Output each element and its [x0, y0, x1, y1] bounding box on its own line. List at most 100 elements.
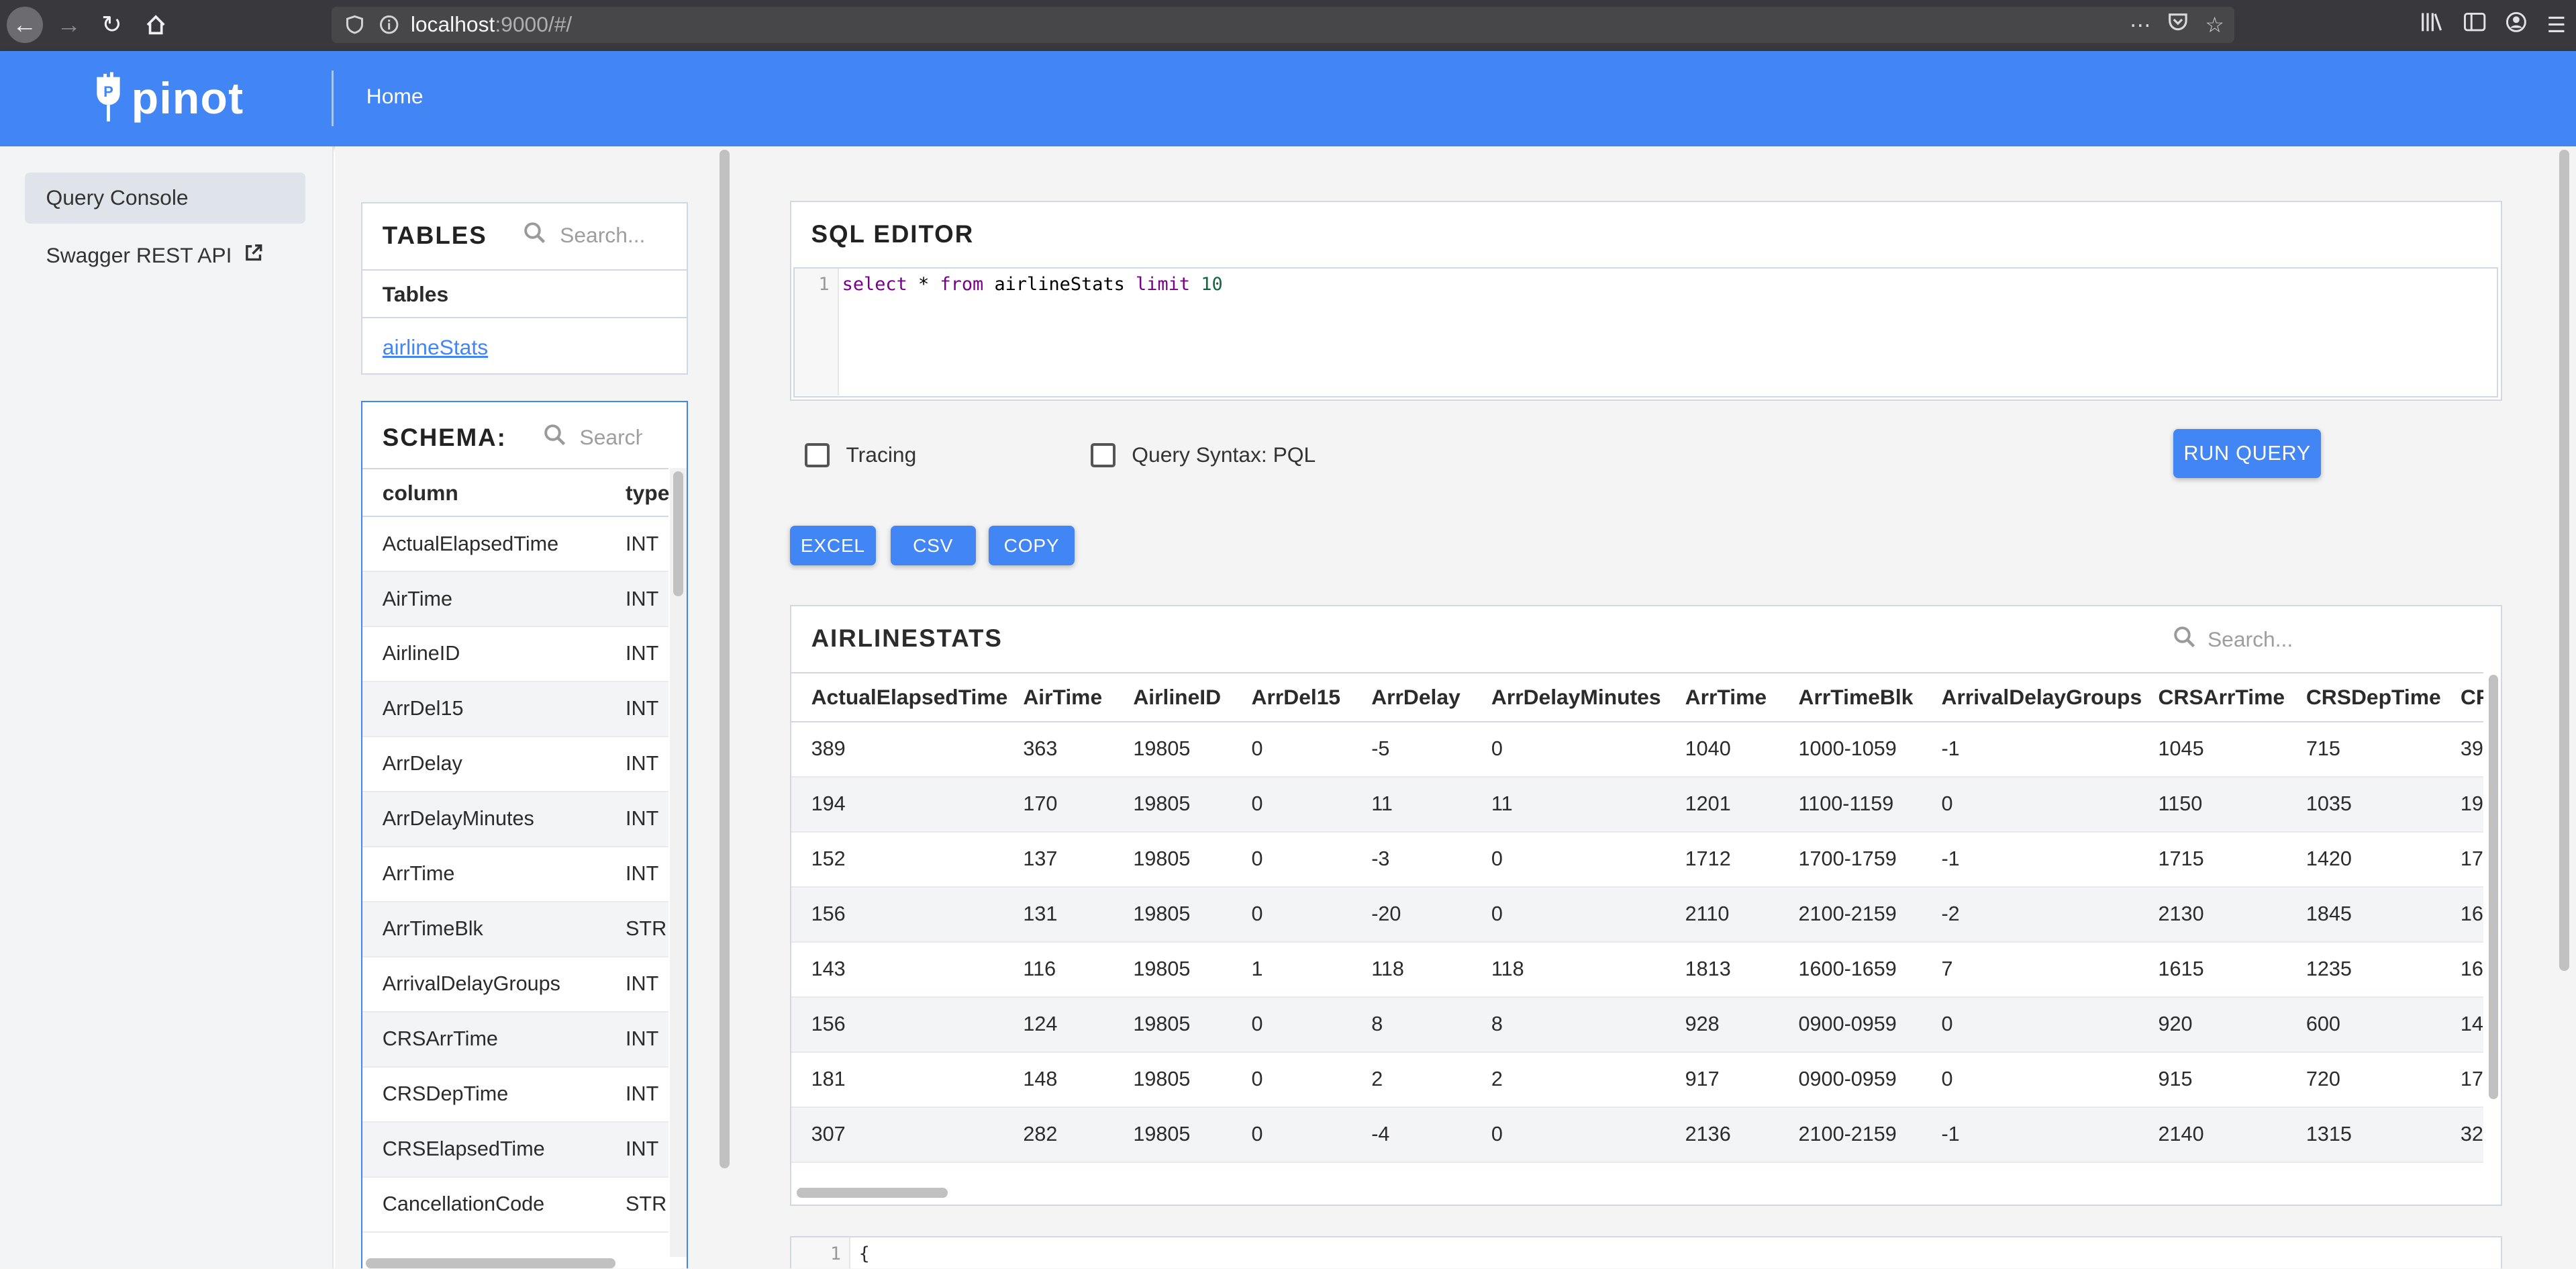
tracing-option[interactable]: Tracing: [805, 438, 916, 471]
sql-editor-card: SQL EDITOR 1 select * from airlineStats …: [790, 200, 2502, 402]
results-header-cell[interactable]: AirTime: [1023, 685, 1102, 710]
excel-button[interactable]: EXCEL: [790, 526, 876, 565]
url-host: localhost: [410, 12, 495, 37]
results-scrollbar-thumb[interactable]: [2488, 675, 2499, 1099]
schema-row: AirlineID INT: [362, 627, 668, 683]
table-cell: -20: [1371, 902, 1401, 925]
tracing-checkbox[interactable]: [805, 442, 830, 468]
schema-row: ArrTimeBlk STRI: [362, 902, 668, 958]
table-cell: 143: [811, 957, 846, 980]
column-scrollbar-thumb[interactable]: [719, 149, 730, 1169]
table-cell: 1715: [2158, 847, 2204, 870]
results-search-input[interactable]: Search...: [2208, 627, 2293, 652]
schema-column-type: INT: [626, 642, 659, 665]
table-cell: 19805: [1133, 1122, 1191, 1145]
tables-column-header: Tables: [362, 269, 687, 319]
table-cell: 2: [1491, 1067, 1503, 1090]
schema-column-name: ArrTime: [382, 862, 455, 886]
sql-editor-input[interactable]: 1 select * from airlineStats limit 10: [793, 267, 2499, 397]
home-icon[interactable]: [138, 7, 175, 43]
table-cell: 1045: [2158, 737, 2204, 760]
table-cell: 1813: [1685, 957, 1731, 980]
pinot-logo[interactable]: P pinot: [92, 69, 244, 128]
results-header-cell[interactable]: AirlineID: [1133, 685, 1221, 710]
table-row: 9677198050-1108340800-0859-184570016: [791, 1163, 2483, 1165]
table-cell: 389: [811, 737, 846, 760]
table-row: 156 131 19805 0 -20 0 2110 2100-2159 -2 2130 1845 1…: [791, 887, 2484, 943]
schema-hscrollbar-thumb[interactable]: [366, 1258, 616, 1268]
schema-row: CRSArrTime INT: [362, 1013, 668, 1068]
table-cell: 720: [2306, 1067, 2340, 1090]
sidebar-item-swagger[interactable]: Swagger REST API: [25, 230, 306, 281]
results-header-cell[interactable]: ArrTimeBlk: [1799, 685, 1914, 710]
pocket-icon[interactable]: [2167, 12, 2189, 37]
sidebar-icon[interactable]: [2463, 12, 2486, 37]
copy-button[interactable]: COPY: [989, 526, 1075, 565]
table-cell: 17: [2460, 847, 2483, 870]
sql-code-line[interactable]: select * from airlineStats limit 10: [842, 274, 1223, 295]
schema-column-name: ArrivalDelayGroups: [382, 972, 560, 996]
schema-row: ArrDelay INT: [362, 737, 668, 793]
info-icon[interactable]: [378, 13, 401, 36]
schema-search-input[interactable]: Search: [580, 425, 642, 450]
table-cell: 14: [2460, 1012, 2483, 1035]
menu-icon[interactable]: ☰: [2546, 12, 2566, 38]
reload-icon[interactable]: ↻: [94, 7, 130, 43]
results-header-cell[interactable]: ArrDelayMinutes: [1491, 685, 1661, 710]
schema-column-type: INT: [626, 1137, 659, 1161]
nav-home-link[interactable]: Home: [366, 84, 424, 109]
json-output-card[interactable]: 1 {: [790, 1235, 2502, 1269]
line-number: 1: [794, 269, 839, 395]
table-cell: 1600-1659: [1798, 957, 1897, 980]
query-syntax-checkbox[interactable]: [1091, 442, 1116, 468]
table-cell: 124: [1023, 1012, 1058, 1035]
table-cell: -1: [1941, 1122, 1960, 1145]
table-cell: 19: [2460, 792, 2483, 815]
table-cell: 2100-2159: [1798, 1122, 1897, 1145]
sql-editor-title: SQL EDITOR: [811, 220, 975, 248]
csv-button[interactable]: CSV: [890, 526, 976, 565]
results-title: AIRLINESTATS: [811, 624, 1003, 652]
results-header-cell[interactable]: ArrDel15: [1252, 685, 1341, 710]
results-header-cell[interactable]: CRSArrTime: [2159, 685, 2285, 710]
account-icon[interactable]: [2506, 11, 2527, 38]
schema-scrollbar-thumb[interactable]: [673, 471, 683, 596]
results-header-cell[interactable]: ArrTime: [1685, 685, 1767, 710]
table-cell: 282: [1023, 1122, 1058, 1145]
results-header-cell[interactable]: CF: [2461, 685, 2483, 710]
url-bar[interactable]: localhost:9000/#/ ⋯ ☆: [332, 6, 2234, 43]
forward-icon[interactable]: →: [51, 7, 87, 43]
schema-header-row: column type: [362, 468, 670, 518]
table-cell: 19805: [1133, 957, 1191, 980]
url-text[interactable]: localhost:9000/#/: [411, 12, 572, 37]
results-hscrollbar-thumb[interactable]: [796, 1188, 948, 1198]
table-cell: 16: [2460, 902, 2483, 925]
table-cell: 0: [1251, 847, 1263, 870]
tables-search-input[interactable]: Search...: [560, 223, 645, 248]
shield-icon[interactable]: [344, 13, 366, 36]
table-cell: -1: [1941, 847, 1960, 870]
page-scrollbar-thumb[interactable]: [2559, 149, 2569, 972]
results-header-cell[interactable]: ArrivalDelayGroups: [1941, 685, 2142, 710]
library-icon[interactable]: [2420, 11, 2443, 38]
table-cell: 181: [811, 1067, 846, 1090]
results-table: ActualElapsedTime AirTime AirlineID ArrDel1…: [791, 671, 2484, 1165]
schema-title: SCHEMA:: [382, 423, 507, 451]
tables-title: TABLES: [382, 221, 487, 249]
table-cell: 137: [1023, 847, 1058, 870]
schema-row: ActualElapsedTime INT: [362, 517, 668, 573]
sidebar-item-query-console[interactable]: Query Console: [24, 172, 306, 224]
run-query-button[interactable]: RUN QUERY: [2173, 428, 2322, 479]
star-icon[interactable]: ☆: [2205, 12, 2224, 38]
query-syntax-option[interactable]: Query Syntax: PQL: [1091, 438, 1316, 471]
table-cell: 0: [1941, 792, 1953, 815]
back-icon[interactable]: ←: [6, 6, 43, 43]
schema-column-name: ArrDel15: [382, 697, 464, 720]
results-header-cell[interactable]: ActualElapsedTime: [811, 685, 1008, 710]
schema-header-type: type: [626, 481, 670, 506]
results-header-cell[interactable]: CRSDepTime: [2306, 685, 2441, 710]
table-cell: 116: [1023, 957, 1056, 980]
more-icon[interactable]: ⋯: [2130, 12, 2151, 38]
table-link-airlinestats[interactable]: airlineStats: [383, 335, 488, 360]
results-header-cell[interactable]: ArrDelay: [1371, 685, 1460, 710]
